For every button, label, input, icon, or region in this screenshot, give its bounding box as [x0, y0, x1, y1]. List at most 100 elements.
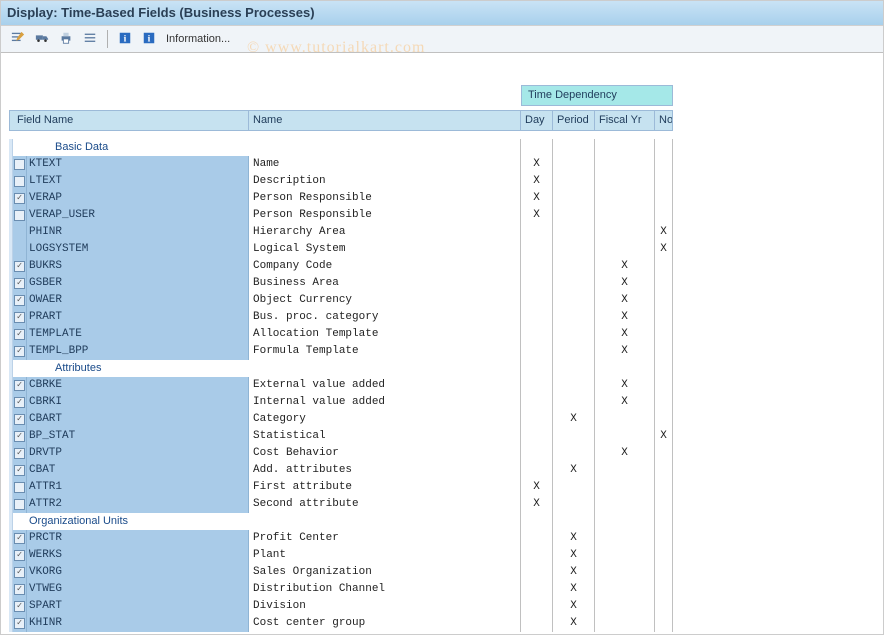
period-cell: [553, 275, 595, 292]
table-body: Basic DataKTEXTNameXLTEXTDescriptionX✓VE…: [9, 139, 883, 632]
checkbox-icon: ✓: [14, 295, 25, 306]
field-name-cell: KHINR: [27, 615, 249, 632]
period-cell: [553, 479, 595, 496]
day-cell: [521, 598, 553, 615]
no-cell: [655, 445, 673, 462]
period-cell: [553, 207, 595, 224]
fiscal-cell: [595, 241, 655, 258]
no-cell: [655, 581, 673, 598]
checkbox-cell[interactable]: ✓: [13, 292, 27, 309]
name-cell: Second attribute: [249, 496, 521, 513]
no-cell: X: [655, 241, 673, 258]
field-name-cell: TEMPL_BPP: [27, 343, 249, 360]
checkbox-cell[interactable]: [13, 496, 27, 513]
fiscal-cell: X: [595, 343, 655, 360]
checkbox-icon: ✓: [14, 329, 25, 340]
checkbox-cell[interactable]: ✓: [13, 428, 27, 445]
day-cell: [521, 377, 553, 394]
menu-button[interactable]: [79, 28, 101, 50]
checkbox-icon: ✓: [14, 448, 25, 459]
checkbox-cell[interactable]: ✓: [13, 445, 27, 462]
no-cell: [655, 292, 673, 309]
table-row: ✓BUKRSCompany CodeX: [9, 258, 883, 275]
table-row: ✓PRCTRProfit CenterX: [9, 530, 883, 547]
checkbox-cell[interactable]: [13, 156, 27, 173]
info-button-2[interactable]: i: [138, 28, 160, 50]
col-header-day[interactable]: Day: [521, 110, 553, 131]
day-cell: X: [521, 156, 553, 173]
field-name-cell: CBRKI: [27, 394, 249, 411]
toggle-display-button[interactable]: [7, 28, 29, 50]
checkbox-cell[interactable]: [13, 479, 27, 496]
pencil-list-icon: [11, 31, 25, 48]
field-name-cell: ATTR2: [27, 496, 249, 513]
period-cell: X: [553, 411, 595, 428]
no-cell: [655, 496, 673, 513]
table-row: KTEXTNameX: [9, 156, 883, 173]
day-cell: [521, 530, 553, 547]
period-cell: [553, 224, 595, 241]
fiscal-cell: [595, 479, 655, 496]
checkbox-cell[interactable]: ✓: [13, 530, 27, 547]
checkbox-cell[interactable]: [13, 207, 27, 224]
menu-lines-icon: [83, 31, 97, 48]
checkbox-cell[interactable]: ✓: [13, 411, 27, 428]
no-cell: [655, 598, 673, 615]
checkbox-cell[interactable]: ✓: [13, 547, 27, 564]
day-cell: [521, 343, 553, 360]
print-button[interactable]: [55, 28, 77, 50]
checkbox-cell[interactable]: ✓: [13, 394, 27, 411]
name-cell: Bus. proc. category: [249, 309, 521, 326]
period-cell: [553, 190, 595, 207]
name-cell: Distribution Channel: [249, 581, 521, 598]
checkbox-icon: ✓: [14, 618, 25, 629]
checkbox-icon: [14, 210, 25, 221]
no-cell: [655, 190, 673, 207]
checkbox-cell[interactable]: ✓: [13, 343, 27, 360]
checkbox-icon: ✓: [14, 278, 25, 289]
field-name-cell: DRVTP: [27, 445, 249, 462]
period-cell: X: [553, 462, 595, 479]
day-cell: X: [521, 496, 553, 513]
checkbox-cell[interactable]: [13, 173, 27, 190]
table-row: ✓VERAPPerson ResponsibleX: [9, 190, 883, 207]
fiscal-cell: [595, 190, 655, 207]
fiscal-cell: X: [595, 377, 655, 394]
checkbox-cell[interactable]: ✓: [13, 309, 27, 326]
information-button[interactable]: Information...: [162, 28, 234, 50]
info-button-1[interactable]: i: [114, 28, 136, 50]
checkbox-cell[interactable]: ✓: [13, 598, 27, 615]
checkbox-cell[interactable]: ✓: [13, 275, 27, 292]
fiscal-cell: X: [595, 292, 655, 309]
no-cell: X: [655, 428, 673, 445]
table-row: PHINRHierarchy AreaX: [9, 224, 883, 241]
checkbox-icon: ✓: [14, 550, 25, 561]
col-header-field-name[interactable]: Field Name: [13, 110, 249, 131]
col-header-no[interactable]: No: [655, 110, 673, 131]
no-cell: [655, 173, 673, 190]
checkbox-cell[interactable]: ✓: [13, 258, 27, 275]
col-header-name[interactable]: Name: [249, 110, 521, 131]
checkbox-cell[interactable]: ✓: [13, 326, 27, 343]
transport-button[interactable]: [31, 28, 53, 50]
day-cell: [521, 411, 553, 428]
col-header-fiscal[interactable]: Fiscal Yr: [595, 110, 655, 131]
col-header-period[interactable]: Period: [553, 110, 595, 131]
field-name-cell: CBAT: [27, 462, 249, 479]
checkbox-cell[interactable]: ✓: [13, 190, 27, 207]
day-cell: [521, 615, 553, 632]
table-row: ✓CBATAdd. attributesX: [9, 462, 883, 479]
fiscal-cell: X: [595, 258, 655, 275]
checkbox-cell[interactable]: ✓: [13, 564, 27, 581]
checkbox-cell[interactable]: ✓: [13, 581, 27, 598]
day-cell: X: [521, 173, 553, 190]
no-cell: [655, 564, 673, 581]
period-cell: [553, 258, 595, 275]
checkbox-cell[interactable]: ✓: [13, 615, 27, 632]
table-row: ✓BP_STATStatisticalX: [9, 428, 883, 445]
no-cell: [655, 343, 673, 360]
checkbox-cell[interactable]: ✓: [13, 462, 27, 479]
checkbox-cell[interactable]: ✓: [13, 377, 27, 394]
day-cell: [521, 564, 553, 581]
name-cell: Object Currency: [249, 292, 521, 309]
